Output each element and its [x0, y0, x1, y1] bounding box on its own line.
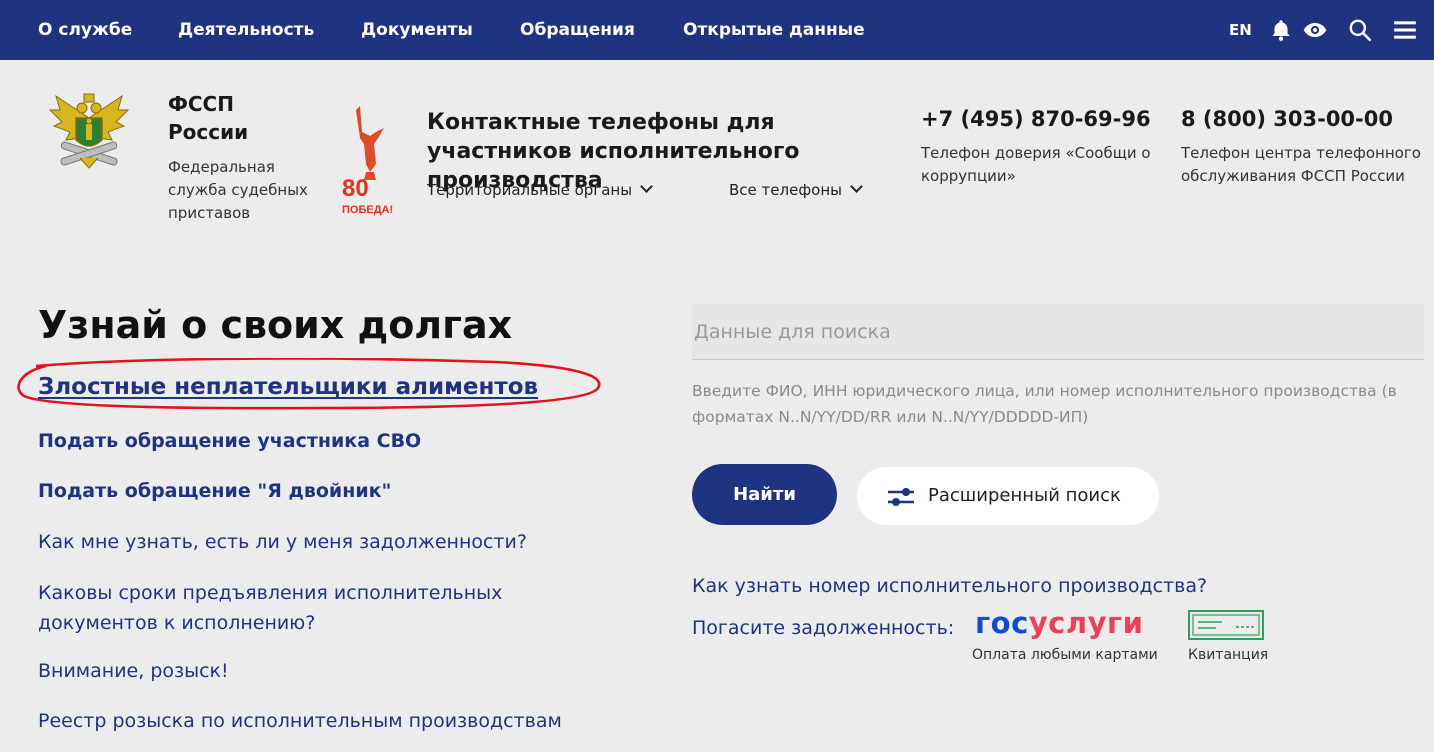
eye-icon[interactable] — [1302, 17, 1328, 43]
pay-debt-label: Погасите задолженность: — [692, 617, 955, 639]
nav-item-open-data[interactable]: Открытые данные — [683, 0, 865, 60]
link-malicious-alimony-debtors[interactable]: Злостные неплательщики алиментов — [38, 374, 538, 400]
dropdown-label: Все телефоны — [729, 181, 842, 199]
phone-call-center-desc: Телефон центра телефонного обслуживания … — [1181, 144, 1421, 185]
find-button[interactable]: Найти — [692, 464, 837, 525]
search-input[interactable] — [692, 304, 1424, 360]
link-how-to-check-debts[interactable]: Как мне узнать, есть ли у меня задолженн… — [38, 531, 527, 553]
page-title: Узнай о своих долгах — [38, 303, 513, 347]
nav-item-appeals[interactable]: Обращения — [520, 0, 635, 60]
svg-text:80: 80 — [342, 175, 369, 202]
org-description: Федеральная служба судебных приставов — [168, 158, 308, 222]
link-double-appeal[interactable]: Подать обращение "Я двойник" — [38, 480, 391, 502]
gosuslugi-caption: Оплата любыми картами — [972, 647, 1158, 663]
sliders-icon — [888, 488, 914, 506]
bell-icon[interactable] — [1268, 17, 1294, 43]
receipt-icon — [1188, 610, 1264, 640]
dropdown-label: Территориальные органы — [427, 181, 633, 199]
chevron-down-icon — [640, 180, 653, 193]
advanced-search-button[interactable]: Расширенный поиск — [857, 467, 1159, 525]
nav-item-documents[interactable]: Документы — [361, 0, 473, 60]
phone-trust-line[interactable]: +7 (495) 870-69-96 — [921, 107, 1151, 131]
search-hint: Введите ФИО, ИНН юридического лица, или … — [692, 382, 1397, 426]
link-wanted-registry[interactable]: Реестр розыска по исполнительным произво… — [38, 710, 562, 732]
nav-item-about[interactable]: О службе — [38, 0, 132, 60]
receipt-label: Квитанция — [1188, 647, 1269, 663]
territorial-bodies-dropdown[interactable]: Территориальные органы — [427, 180, 653, 199]
phone-call-center[interactable]: 8 (800) 303-00-00 — [1181, 107, 1393, 131]
link-svo-appeal[interactable]: Подать обращение участника СВО — [38, 430, 421, 452]
phone-trust-line-desc: Телефон доверия «Сообщи о коррупции» — [921, 144, 1151, 185]
advanced-search-label: Расширенный поиск — [928, 485, 1121, 506]
link-wanted[interactable]: Внимание, розыск! — [38, 660, 229, 682]
receipt-link[interactable]: Квитанция — [1186, 610, 1270, 666]
svg-text:ПОБЕДА!: ПОБЕДА! — [342, 204, 393, 216]
link-how-to-find-case-number[interactable]: Как узнать номер исполнительного произво… — [692, 575, 1207, 597]
gosuslugi-pay-link[interactable]: госуслуги Оплата любыми картами — [972, 606, 1158, 666]
search-icon[interactable] — [1347, 17, 1373, 43]
language-switch[interactable]: EN — [1229, 0, 1252, 60]
top-nav: О службе Деятельность Документы Обращени… — [0, 0, 1434, 60]
gosuslugi-logo: госуслуги — [975, 606, 1144, 640]
org-name[interactable]: ФССП России — [168, 90, 288, 146]
fssp-emblem-logo[interactable] — [46, 88, 132, 178]
chevron-down-icon — [850, 180, 863, 193]
link-document-deadlines[interactable]: Каковы сроки предъявления исполнительных… — [38, 578, 558, 638]
menu-icon[interactable] — [1392, 17, 1418, 43]
all-phones-dropdown[interactable]: Все телефоны — [729, 180, 863, 199]
victory-80-badge[interactable]: 80 ПОБЕДА! — [340, 102, 400, 218]
nav-item-activity[interactable]: Деятельность — [178, 0, 314, 60]
